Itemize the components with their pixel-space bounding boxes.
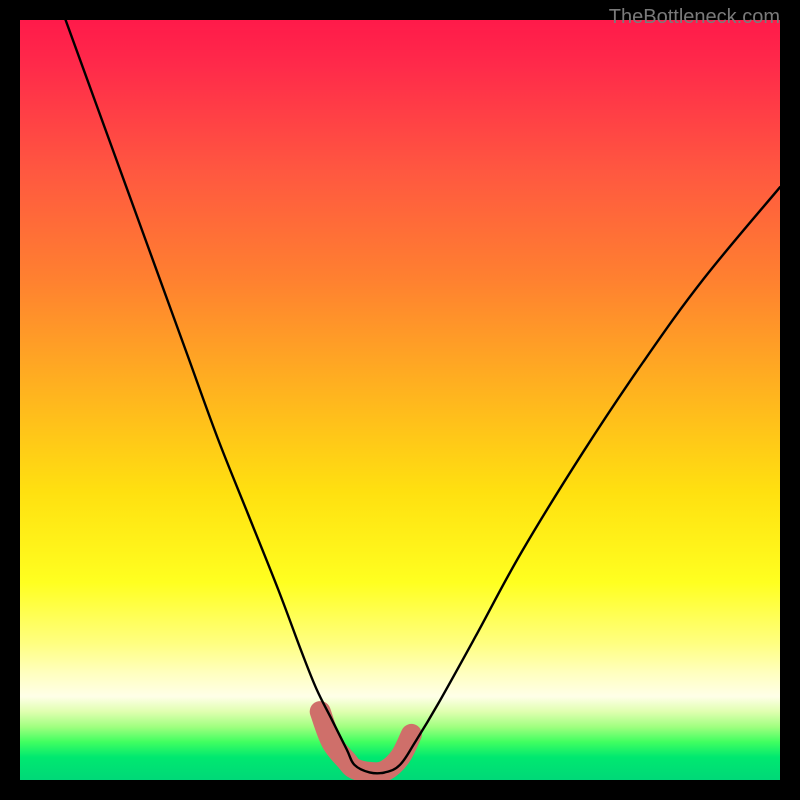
chart-svg [20,20,780,780]
plot-area [20,20,780,780]
watermark-text: TheBottleneck.com [609,6,780,29]
valley-marker-band [320,712,411,773]
bottleneck-curve [66,20,780,773]
